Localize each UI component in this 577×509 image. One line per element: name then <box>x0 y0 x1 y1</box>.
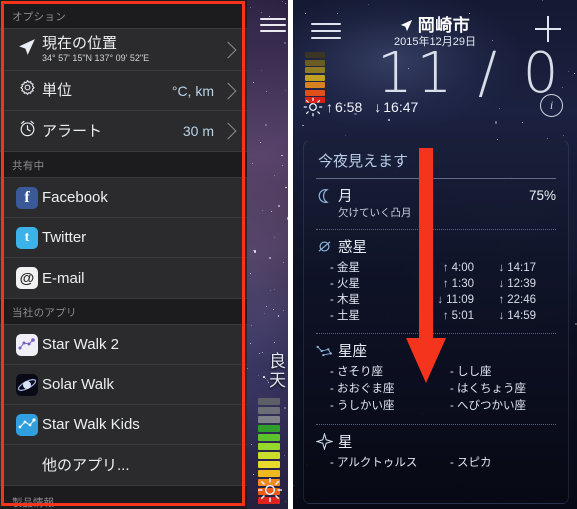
solar-walk-icon <box>16 373 38 396</box>
menu-item-icon <box>12 333 42 356</box>
chevron-right-icon <box>219 41 237 58</box>
menu-item-label: Twitter <box>42 229 87 246</box>
menu-item-value: °C, km <box>171 82 214 99</box>
info-icon[interactable]: i <box>540 94 563 117</box>
alarm-clock-icon <box>18 119 37 143</box>
menu-item-icon <box>12 413 42 436</box>
temperature-range: 11 / 0 <box>377 41 563 106</box>
sunrise-arrow-icon: ↑ <box>326 99 333 115</box>
menu-item-other-apps[interactable]: 他のアプリ... <box>0 445 247 485</box>
star-walk-2-icon <box>16 333 38 356</box>
planet-time-2: ↓ 14:59 <box>498 310 536 322</box>
planet-name: - 木星 <box>330 294 361 306</box>
location-arrow-icon <box>18 38 36 61</box>
menu-item-icon: f <box>12 186 42 209</box>
gear-icon <box>18 79 37 103</box>
weather-header: 岡崎市 2015年12月29日 11 / 0 ↑ 6:58 ↓ 16:47 i <box>293 0 577 126</box>
chevron-right-icon <box>219 82 237 99</box>
planet-name: - 火星 <box>330 278 361 290</box>
sf-weather-label: 良天 <box>269 352 286 390</box>
chevron-right-icon <box>219 122 237 140</box>
menu-item-label: 単位 <box>42 82 73 99</box>
menu-item-email[interactable]: @ E-mail <box>0 258 247 298</box>
constellation-item: - へびつかい座 <box>450 400 527 412</box>
menu-group: Star Walk 2 Solar Walk Star Walk Kids 他のアプリ… <box>0 324 247 486</box>
menu-item-label: Facebook <box>42 189 108 206</box>
left-screenshot-panel: 良天 オプション 現在の位置 34° 57' 15"N 137° 09' 52"E 単… <box>0 0 288 509</box>
moon-label: 月 <box>338 189 353 205</box>
menu-item-icon <box>12 38 42 61</box>
moon-illumination: 75% <box>528 188 556 203</box>
menu-item-subtitle: 34° 57' 15"N 137° 09' 52"E <box>42 53 150 63</box>
menu-group: f Facebook t Twitter @ E-mail <box>0 177 247 299</box>
sunrise-time: 6:58 <box>335 99 363 115</box>
menu-item-icon <box>12 79 42 103</box>
menu-group-header: オプション <box>12 11 66 23</box>
stars-label: 星 <box>338 435 353 451</box>
menu-item-icon <box>12 373 42 396</box>
menu-item-facebook[interactable]: f Facebook <box>0 178 247 218</box>
menu-item-label: 他のアプリ... <box>42 456 130 474</box>
menu-item-star-walk-kids[interactable]: Star Walk Kids <box>0 405 247 445</box>
menu-item-icon: t <box>12 226 42 249</box>
constellation-icon <box>316 343 338 359</box>
planet-time-2: ↓ 14:17 <box>498 262 536 274</box>
sunset-time: 16:47 <box>383 99 419 115</box>
sparkle-star-icon <box>316 433 338 450</box>
menu-item-icon: @ <box>12 267 42 289</box>
email-at-icon: @ <box>16 267 38 289</box>
sf-hamburger-menu-icon[interactable] <box>260 14 286 36</box>
planet-name: - 金星 <box>330 262 361 274</box>
constellation-item: - うしかい座 <box>330 400 395 412</box>
menu-group-header: 当社のアプリ <box>12 307 77 319</box>
menu-item-units[interactable]: 単位 °C, km <box>0 71 247 111</box>
menu-item-twitter[interactable]: t Twitter <box>0 218 247 258</box>
planet-time-2: ↓ 12:39 <box>498 278 536 290</box>
planet-icon <box>316 238 338 255</box>
facebook-icon: f <box>16 186 38 209</box>
menu-group-header: 共有中 <box>12 160 45 172</box>
planet-name: - 土星 <box>330 310 361 322</box>
twitter-icon: t <box>16 226 38 249</box>
menu-group: 現在の位置 34° 57' 15"N 137° 09' 52"E 単位 °C, km ア… <box>0 28 247 152</box>
star-item: - スピカ <box>450 457 492 469</box>
menu-item-value: 30 m <box>182 123 214 139</box>
constellation-item: - しし座 <box>450 366 492 378</box>
sf-sun-icon <box>257 477 283 503</box>
menu-item-label: Solar Walk <box>42 376 114 393</box>
constellations-label: 星座 <box>338 344 367 360</box>
settings-menu: オプション現在の位置 34° 57' 15"N 137° 09' 52"E 単位 °C… <box>0 0 247 509</box>
sunset-arrow-icon: ↓ <box>374 99 382 115</box>
planet-time-2: ↑ 22:46 <box>498 294 536 306</box>
sun-times-row: ↑ 6:58 ↓ 16:47 <box>303 97 418 117</box>
screenshot-root: 良天 オプション 現在の位置 34° 57' 15"N 137° 09' 52"E 単… <box>0 0 577 509</box>
menu-item-solar-walk[interactable]: Solar Walk <box>0 365 247 405</box>
stars-section[interactable]: 星 - アルクトゥルス - スピカ <box>304 425 568 474</box>
menu-item-icon <box>12 119 42 143</box>
menu-item-label: E-mail <box>42 269 85 287</box>
menu-item-label: Star Walk Kids <box>42 416 140 433</box>
menu-item-label: アラート <box>42 122 103 140</box>
crescent-moon-icon <box>316 188 338 204</box>
star-list: - アルクトゥルス - スピカ <box>316 455 556 472</box>
menu-item-label: Star Walk 2 <box>42 336 119 353</box>
menu-item-current-location[interactable]: 現在の位置 34° 57' 15"N 137° 09' 52"E <box>0 29 247 71</box>
sun-icon <box>303 97 323 117</box>
menu-footer-header: 製品情報 <box>12 497 54 509</box>
star-item: - アルクトゥルス <box>330 457 418 469</box>
menu-item-label: 現在の位置 <box>42 35 118 52</box>
constellation-item: - はくちょう座 <box>450 383 527 395</box>
planets-label: 惑星 <box>338 240 367 256</box>
red-annotation-arrow <box>406 148 446 388</box>
star-walk-kids-icon <box>16 413 38 436</box>
menu-item-alert[interactable]: アラート 30 m <box>0 111 247 151</box>
menu-item-star-walk-2[interactable]: Star Walk 2 <box>0 325 247 365</box>
